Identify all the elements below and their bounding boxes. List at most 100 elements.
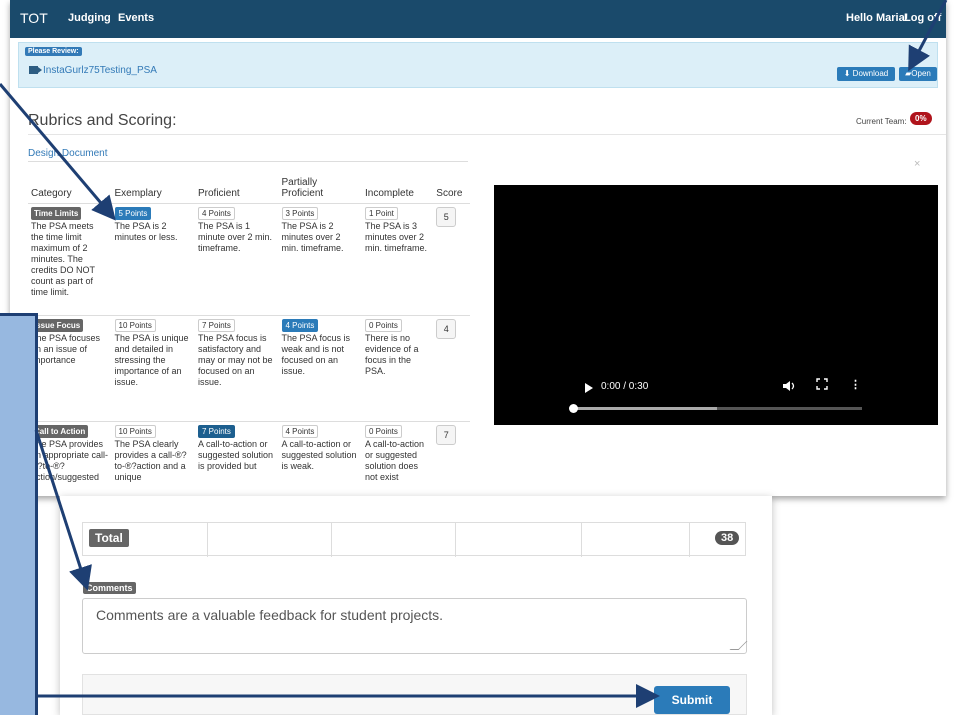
comments-text: Comments are a valuable feedback for stu… — [96, 607, 444, 623]
divider — [455, 523, 456, 557]
brand-link[interactable]: TOT — [20, 10, 48, 26]
option-text: A call-to-action or suggested solution d… — [365, 439, 425, 482]
points-badge[interactable]: 0 Points — [365, 425, 402, 438]
resize-handle-icon[interactable] — [729, 641, 748, 650]
video-time: 0:00 / 0:30 — [601, 381, 649, 392]
current-team-badge: 0% — [910, 112, 932, 125]
option-text: There is no evidence of a focus in the P… — [365, 333, 419, 376]
category-desc: The PSA provides an appropriate call-®?t… — [31, 439, 109, 482]
points-badge[interactable]: 10 Points — [114, 425, 156, 438]
download-button[interactable]: ⬇ Download — [837, 67, 895, 81]
points-badge[interactable]: 7 Points — [198, 425, 235, 438]
rubric-option[interactable]: 4 Points A call-to-action or suggested so… — [278, 421, 362, 496]
rubric-option[interactable]: 10 Points The PSA is unique and detailed … — [111, 315, 195, 422]
header-exemplary: Exemplary — [111, 174, 195, 204]
bottom-panel: Total 38 Comments Comments are a valuabl… — [60, 496, 772, 715]
total-row: Total 38 — [82, 522, 746, 557]
rubric-option[interactable]: 5 Points The PSA is 2 minutes or less. — [111, 203, 195, 316]
video-file-icon — [29, 66, 42, 74]
rubric-option[interactable]: 3 Points The PSA is 2 minutes over 2 min.… — [278, 203, 362, 316]
video-progress-bar[interactable] — [569, 404, 862, 413]
score-box[interactable]: 4 — [436, 319, 457, 339]
nav-events[interactable]: Events — [118, 12, 154, 24]
points-badge[interactable]: 5 Points — [114, 207, 152, 220]
navbar: TOT Judging Events Hello Maria! Log off — [10, 0, 946, 38]
option-text: The PSA is 2 minutes or less. — [114, 221, 178, 242]
download-icon: ⬇ — [843, 69, 853, 78]
total-label: Total — [89, 529, 129, 547]
score-box[interactable]: 7 — [436, 425, 457, 445]
rubric-option[interactable]: 0 Points There is no evidence of a focus … — [362, 315, 434, 422]
category-desc: The PSA meets the time limit maximum of … — [31, 221, 95, 297]
score-cell: 4 — [433, 315, 470, 422]
logoff-link[interactable]: Log off — [904, 12, 941, 24]
divider — [581, 523, 582, 557]
points-badge[interactable]: 4 Points — [198, 207, 235, 220]
divider — [28, 161, 468, 162]
option-text: A call-to-action or suggested solution i… — [281, 439, 357, 471]
points-badge[interactable]: 4 Points — [281, 319, 319, 332]
header-partially-proficient: Partially Proficient — [278, 174, 362, 204]
score-box[interactable]: 5 — [436, 207, 457, 227]
video-scrubber[interactable] — [569, 404, 578, 413]
header-score: Score — [433, 174, 470, 204]
fullscreen-icon[interactable] — [816, 378, 828, 393]
play-icon[interactable] — [584, 381, 594, 399]
more-options-icon[interactable]: ⋮ — [850, 378, 861, 391]
option-text: The PSA is 2 minutes over 2 min. timefra… — [281, 221, 344, 253]
header-incomplete: Incomplete — [362, 174, 434, 204]
divider — [207, 523, 208, 557]
header-proficient: Proficient — [195, 174, 279, 204]
review-filename[interactable]: InstaGurlz75Testing_PSA — [43, 65, 157, 76]
rubric-row: Time Limits The PSA meets the time limit … — [28, 203, 470, 316]
points-badge[interactable]: 0 Points — [365, 319, 402, 332]
points-badge[interactable]: 3 Points — [281, 207, 319, 220]
callout-panel — [0, 313, 38, 715]
nav-judging[interactable]: Judging — [68, 12, 111, 24]
close-icon[interactable]: × — [914, 158, 920, 170]
video-player[interactable]: 0:00 / 0:30 ⋮ — [494, 185, 938, 425]
volume-icon[interactable] — [782, 380, 796, 395]
points-badge[interactable]: 4 Points — [281, 425, 319, 438]
rubric-option[interactable]: 4 Points The PSA is 1 minute over 2 min. … — [195, 203, 279, 316]
option-text: The PSA focus is weak and is not focused… — [281, 333, 351, 376]
option-text: The PSA is unique and detailed in stress… — [114, 333, 189, 387]
option-text: The PSA focus is satisfactory and may or… — [198, 333, 273, 387]
rubric-option[interactable]: 1 Point The PSA is 3 minutes over 2 min. … — [362, 203, 434, 316]
score-cell: 7 — [433, 421, 470, 496]
rubric-row: Call to Action The PSA provides an approp… — [28, 421, 470, 496]
current-team-label: Current Team: — [856, 117, 907, 126]
rubric-option[interactable]: 7 Points A call-to-action or suggested so… — [195, 421, 279, 496]
option-text: The PSA clearly provides a call-®?to-®?a… — [114, 439, 187, 482]
divider — [28, 134, 946, 135]
rubric-option[interactable]: 7 Points The PSA focus is satisfactory an… — [195, 315, 279, 422]
category-label: Call to Action — [31, 425, 89, 438]
option-text: A call-to-action or suggested solution i… — [198, 439, 274, 471]
option-text: The PSA is 3 minutes over 2 min. timefra… — [365, 221, 428, 253]
rubric-option[interactable]: 10 Points The PSA clearly provides a call… — [111, 421, 195, 496]
rubric-option[interactable]: 0 Points A call-to-action or suggested so… — [362, 421, 434, 496]
divider — [331, 523, 332, 557]
submit-area — [82, 674, 747, 715]
comments-label: Comments — [83, 582, 136, 594]
category-label: Issue Focus — [31, 319, 84, 332]
category-cell: Time Limits The PSA meets the time limit … — [28, 203, 112, 316]
main-window: TOT Judging Events Hello Maria! Log off … — [10, 0, 946, 496]
design-document-link[interactable]: Design Document — [28, 148, 107, 159]
total-score-badge: 38 — [715, 531, 740, 545]
review-panel: Please Review: InstaGurlz75Testing_PSA ⬇… — [18, 42, 938, 88]
points-badge[interactable]: 7 Points — [198, 319, 235, 332]
points-badge[interactable]: 1 Point — [365, 207, 398, 220]
rubric-table: Category Exemplary Proficient Partially … — [28, 174, 470, 496]
comments-textarea[interactable]: Comments are a valuable feedback for stu… — [82, 598, 748, 654]
header-category: Category — [28, 174, 112, 204]
divider — [689, 523, 690, 557]
rubric-option[interactable]: 4 Points The PSA focus is weak and is not… — [278, 315, 362, 422]
please-review-label: Please Review: — [25, 47, 82, 56]
score-cell: 5 — [433, 203, 470, 316]
points-badge[interactable]: 10 Points — [114, 319, 156, 332]
open-button[interactable]: ▰Open — [899, 67, 937, 81]
greeting[interactable]: Hello Maria! — [846, 12, 908, 24]
submit-button[interactable]: Submit — [654, 686, 730, 714]
rubric-header-row: Category Exemplary Proficient Partially … — [28, 174, 470, 204]
